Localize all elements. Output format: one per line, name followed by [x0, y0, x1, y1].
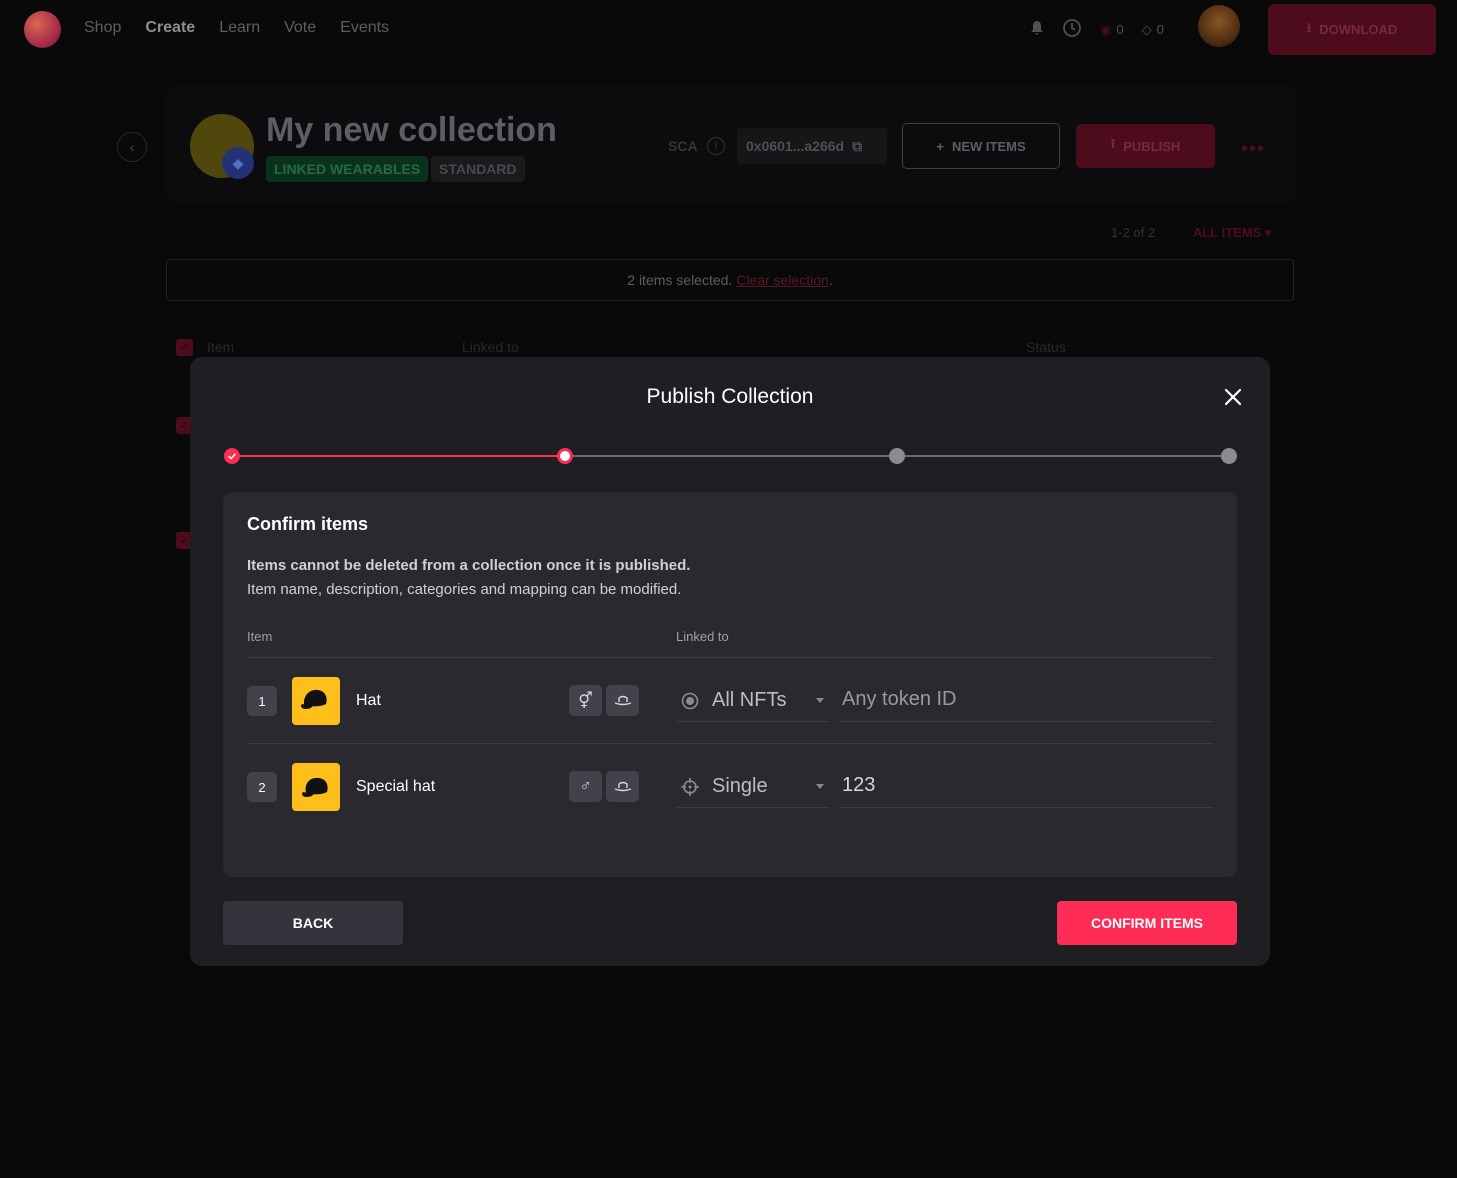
new-items-button[interactable]: + NEW ITEMS — [902, 123, 1060, 169]
male-icon[interactable]: ♂ — [569, 771, 602, 802]
decentraland-logo[interactable] — [24, 11, 61, 48]
items-filter-dropdown[interactable]: ALL ITEMS ▾ — [1193, 225, 1272, 241]
user-avatar[interactable] — [1198, 5, 1240, 47]
item-thumbnail — [292, 763, 340, 811]
mana-value: 0 — [1116, 22, 1124, 37]
token-id-input[interactable]: 123 — [841, 766, 1213, 808]
back-button[interactable]: BACK — [223, 901, 403, 945]
warning-bold: Items cannot be deleted from a collectio… — [247, 557, 691, 574]
bell-icon[interactable] — [1030, 20, 1044, 39]
crosshair-icon — [681, 778, 699, 796]
hat-icon[interactable] — [606, 771, 639, 802]
token-id-input[interactable]: Any token ID — [841, 680, 1213, 722]
publish-collection-modal: Publish Collection Confirm items Items c… — [190, 357, 1270, 966]
filter-label: ALL ITEMS — [1193, 225, 1262, 240]
download-icon: ⭳ — [1306, 19, 1312, 35]
confirm-items-card: Confirm items Items cannot be deleted fr… — [223, 492, 1237, 877]
publish-label: PUBLISH — [1123, 138, 1181, 154]
step-3-pending — [889, 448, 905, 464]
close-icon[interactable] — [1222, 386, 1244, 408]
token-id-value: 123 — [842, 774, 876, 796]
plus-icon: + — [936, 138, 944, 154]
topbar-status: ◉ 0 ◇ 0 — [1030, 18, 1164, 41]
ethereum-icon: ◆ — [222, 147, 254, 179]
info-icon[interactable]: i — [707, 137, 725, 155]
land-value: 0 — [1156, 22, 1164, 37]
item-thumbnail — [292, 677, 340, 725]
radio-icon — [681, 692, 699, 710]
main-nav: Shop Create Learn Vote Events — [84, 19, 389, 37]
nav-vote[interactable]: Vote — [284, 19, 316, 37]
hat-icon[interactable] — [606, 685, 639, 716]
nav-learn[interactable]: Learn — [219, 19, 260, 37]
download-button[interactable]: ⭳ DOWNLOAD — [1268, 4, 1436, 55]
selection-bar: 2 items selected. Clear selection. — [166, 259, 1294, 301]
nav-create[interactable]: Create — [145, 19, 195, 37]
item-row: 2 Special hat ♂ Single 123 — [247, 744, 1213, 830]
item-name: Hat — [356, 692, 381, 709]
mapping-type-value: Single — [712, 775, 768, 797]
upload-icon: ⭱ — [1110, 136, 1116, 151]
token-id-placeholder: Any token ID — [842, 688, 957, 710]
column-item: Item — [247, 629, 273, 644]
publish-button[interactable]: ⭱ PUBLISH — [1076, 124, 1215, 168]
cap-icon — [302, 777, 328, 797]
step-4-pending — [1221, 448, 1237, 464]
pagination-text: 1-2 of 2 — [1111, 225, 1156, 240]
row-number: 2 — [247, 772, 277, 802]
mapping-type-select[interactable]: All NFTs — [677, 680, 829, 722]
diamond-icon: ◇ — [1141, 21, 1152, 37]
unisex-icon[interactable]: ⚥ — [569, 685, 602, 716]
activity-icon[interactable] — [1062, 18, 1082, 41]
topbar: Shop Create Learn Vote Events ◉ 0 ◇ 0 ⭳ … — [0, 0, 1457, 58]
confirm-items-button[interactable]: CONFIRM ITEMS — [1057, 901, 1237, 945]
back-arrow-icon[interactable]: ‹ — [117, 132, 147, 162]
col-item: Item — [207, 339, 235, 355]
item-row: 1 Hat ⚥ All NFTs Any token ID — [247, 658, 1213, 744]
sca-address-text: 0x0601...a266d — [746, 138, 845, 154]
mana-icon: ◉ — [1100, 21, 1112, 37]
land-balance: ◇ 0 — [1142, 22, 1164, 38]
clear-selection-link[interactable]: Clear selection — [736, 272, 829, 288]
nav-shop[interactable]: Shop — [84, 19, 121, 37]
chevron-down-icon — [816, 784, 824, 789]
linked-wearables-badge: LINKED WEARABLES — [266, 156, 429, 182]
modal-title: Publish Collection — [646, 385, 814, 408]
stepper-line-done — [232, 455, 565, 457]
mana-balance: ◉ 0 — [1100, 22, 1124, 38]
warning-text: Item name, description, categories and m… — [247, 581, 682, 598]
row-number: 1 — [247, 686, 277, 716]
progress-stepper — [224, 447, 1237, 465]
cap-icon — [301, 689, 327, 709]
more-options-icon[interactable]: ••• — [1241, 138, 1265, 161]
card-title: Confirm items — [247, 514, 369, 534]
step-2-current — [557, 448, 573, 464]
step-1-check-icon — [224, 448, 240, 464]
collection-title: My new collection — [266, 111, 557, 149]
column-linked-to: Linked to — [676, 629, 729, 644]
copy-icon[interactable]: ⧉ — [852, 138, 862, 155]
download-label: DOWNLOAD — [1319, 22, 1398, 37]
select-all-checkbox[interactable]: ✓ — [176, 339, 193, 356]
col-status: Status — [1026, 339, 1066, 355]
selection-text: 2 items selected. — [627, 272, 733, 288]
standard-badge: STANDARD — [431, 156, 525, 182]
col-linked-to: Linked to — [462, 339, 519, 355]
new-items-label: NEW ITEMS — [951, 138, 1026, 154]
chevron-down-icon — [816, 698, 824, 703]
mapping-type-select[interactable]: Single — [677, 766, 829, 808]
mapping-type-value: All NFTs — [712, 689, 787, 711]
sca-label: SCA — [668, 138, 698, 154]
item-name: Special hat — [356, 778, 436, 795]
sca-address[interactable]: 0x0601...a266d ⧉ — [737, 128, 887, 164]
nav-events[interactable]: Events — [340, 19, 389, 37]
